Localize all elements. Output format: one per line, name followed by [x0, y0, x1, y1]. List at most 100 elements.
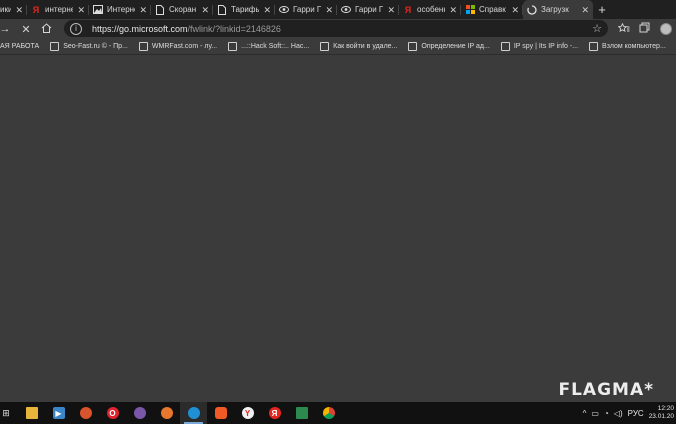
taskbar-app-media-player[interactable]: ▶: [45, 402, 72, 424]
tab-title: Гарри П: [293, 5, 322, 14]
tab-6[interactable]: Гарри П ✕: [337, 0, 399, 19]
ccleaner-icon: [79, 407, 92, 419]
tab-4[interactable]: Тарифы ✕: [213, 0, 275, 19]
file-explorer-icon: [25, 407, 38, 419]
close-icon[interactable]: ✕: [387, 5, 395, 15]
bookmark-item[interactable]: Взлом компьютер...: [589, 42, 666, 51]
media-player-icon: ▶: [52, 407, 65, 419]
taskbar-app-firefox[interactable]: [153, 402, 180, 424]
tab-2[interactable]: Интерне ✕: [89, 0, 151, 19]
toolbar: → ✕ i https://go.microsoft.com/fwlink/?l…: [0, 19, 676, 39]
microsoft-icon: [465, 5, 475, 15]
image-icon: [93, 5, 103, 15]
tab-3[interactable]: Скоран ✕: [151, 0, 213, 19]
taskbar-app-yandex-browser[interactable]: Y: [234, 402, 261, 424]
task-view-button[interactable]: ⊞: [0, 402, 12, 424]
forward-button[interactable]: →: [0, 19, 11, 39]
chrome-icon: [322, 407, 335, 419]
info-icon[interactable]: i: [70, 22, 82, 35]
bookmark-label: Определение IP ад...: [421, 43, 490, 50]
chevron-up-icon[interactable]: ^: [583, 409, 587, 418]
close-icon[interactable]: ✕: [15, 5, 23, 15]
viber-icon: [133, 407, 146, 419]
bookmark-item[interactable]: Определение IP ад...: [408, 42, 490, 51]
network-icon[interactable]: ▭: [591, 409, 599, 418]
taskbar-app-file-explorer[interactable]: [18, 402, 45, 424]
taskbar-app-chrome[interactable]: [315, 402, 342, 424]
tab-title: интерне: [45, 5, 74, 14]
wifi-icon[interactable]: ◔: [604, 409, 609, 418]
favorites-icon: [617, 22, 630, 36]
star-icon[interactable]: ☆: [592, 22, 602, 35]
tab-title: Скоран: [169, 5, 197, 14]
page-icon: [408, 42, 418, 51]
close-icon: ✕: [21, 23, 31, 36]
tab-title: Загрузк: [541, 5, 569, 14]
eye-icon: [279, 5, 289, 15]
taskbar-app-viber[interactable]: [126, 402, 153, 424]
address-bar[interactable]: i https://go.microsoft.com/fwlink/?linki…: [64, 20, 608, 37]
close-icon[interactable]: ✕: [139, 5, 147, 15]
brave-icon: [214, 407, 227, 419]
home-button[interactable]: [36, 19, 56, 39]
opera-icon: O: [106, 407, 119, 419]
favorites-button[interactable]: [614, 19, 634, 39]
watermark: FLAGMA*: [558, 380, 654, 400]
tab-8[interactable]: Справк ✕: [461, 0, 523, 19]
taskbar-app-brave[interactable]: [207, 402, 234, 424]
page-icon: [50, 42, 60, 51]
bookmark-item[interactable]: ...::Hack Soft::.. Нас...: [228, 42, 309, 51]
clock[interactable]: 12:20 23.01.20: [649, 405, 674, 421]
bookmark-label: IP spy | Its IP info -...: [513, 43, 579, 50]
url-path: /fwlink/?linkid=2146826: [187, 23, 281, 34]
stop-loading-button[interactable]: ✕: [16, 19, 36, 39]
tab-0[interactable]: ики ✕: [0, 0, 27, 19]
task-view-icon: ⊞: [2, 407, 10, 418]
tab-5[interactable]: Гарри П ✕: [275, 0, 337, 19]
close-icon[interactable]: ✕: [325, 5, 333, 15]
bookmarks-bar: АЯ РАБОТА Seo-Fast.ru © - Пр... WMRFast.…: [0, 39, 676, 55]
taskbar-app-ccleaner[interactable]: [72, 402, 99, 424]
new-tab-button[interactable]: +: [593, 0, 611, 19]
taskbar-app-edge[interactable]: [180, 402, 207, 424]
close-icon[interactable]: ✕: [449, 5, 457, 15]
url-text: https://go.microsoft.com/fwlink/?linkid=…: [92, 24, 281, 34]
tab-title: Гарри П: [355, 5, 384, 14]
close-icon[interactable]: ✕: [201, 5, 209, 15]
tab-1[interactable]: Я интерне ✕: [27, 0, 89, 19]
bookmark-item[interactable]: IP spy | Its IP info -...: [500, 42, 579, 51]
bookmark-item[interactable]: Как войти в удале...: [320, 42, 397, 51]
clock-time: 12:20: [657, 405, 674, 412]
plus-icon: +: [598, 2, 606, 17]
page-icon: [320, 42, 330, 51]
yandex-icon: Я: [32, 4, 40, 15]
profile-avatar[interactable]: [660, 23, 672, 35]
bookmark-item[interactable]: WMRFast.com - лу...: [138, 42, 217, 51]
arrow-right-icon: →: [0, 23, 11, 35]
volume-icon[interactable]: ◁): [614, 409, 623, 418]
close-icon[interactable]: ✕: [581, 5, 589, 15]
tab-title: Справк: [479, 5, 506, 14]
taskbar-app-opera[interactable]: O: [99, 402, 126, 424]
taskbar-app-spreadsheet[interactable]: [288, 402, 315, 424]
bookmark-label: Как войти в удале...: [333, 43, 398, 50]
close-icon[interactable]: ✕: [77, 5, 85, 15]
collections-button[interactable]: [634, 19, 654, 39]
tab-9-active[interactable]: Загрузк ✕: [523, 0, 593, 19]
url-host: https://go.microsoft.com: [92, 23, 188, 34]
tab-7[interactable]: Я особенн ✕: [399, 0, 461, 19]
page-icon: [500, 42, 510, 51]
bookmark-item[interactable]: АЯ РАБОТА: [0, 43, 39, 50]
close-icon[interactable]: ✕: [511, 5, 519, 15]
clock-date: 23.01.20: [648, 413, 674, 420]
tab-title: ики: [0, 5, 12, 14]
tab-title: особенн: [417, 5, 446, 14]
taskbar: ⊞ ▶ O Y Я ^ ▭ ◔ ◁) РУС 12:20 23.01.20: [0, 402, 676, 424]
language-indicator[interactable]: РУС: [628, 409, 644, 418]
page-icon: [228, 42, 238, 51]
yandex-icon: Я: [268, 407, 281, 419]
tab-title: Интерне: [107, 5, 136, 14]
close-icon[interactable]: ✕: [263, 5, 271, 15]
bookmark-item[interactable]: Seo-Fast.ru © - Пр...: [50, 42, 128, 51]
taskbar-app-yandex[interactable]: Я: [261, 402, 288, 424]
